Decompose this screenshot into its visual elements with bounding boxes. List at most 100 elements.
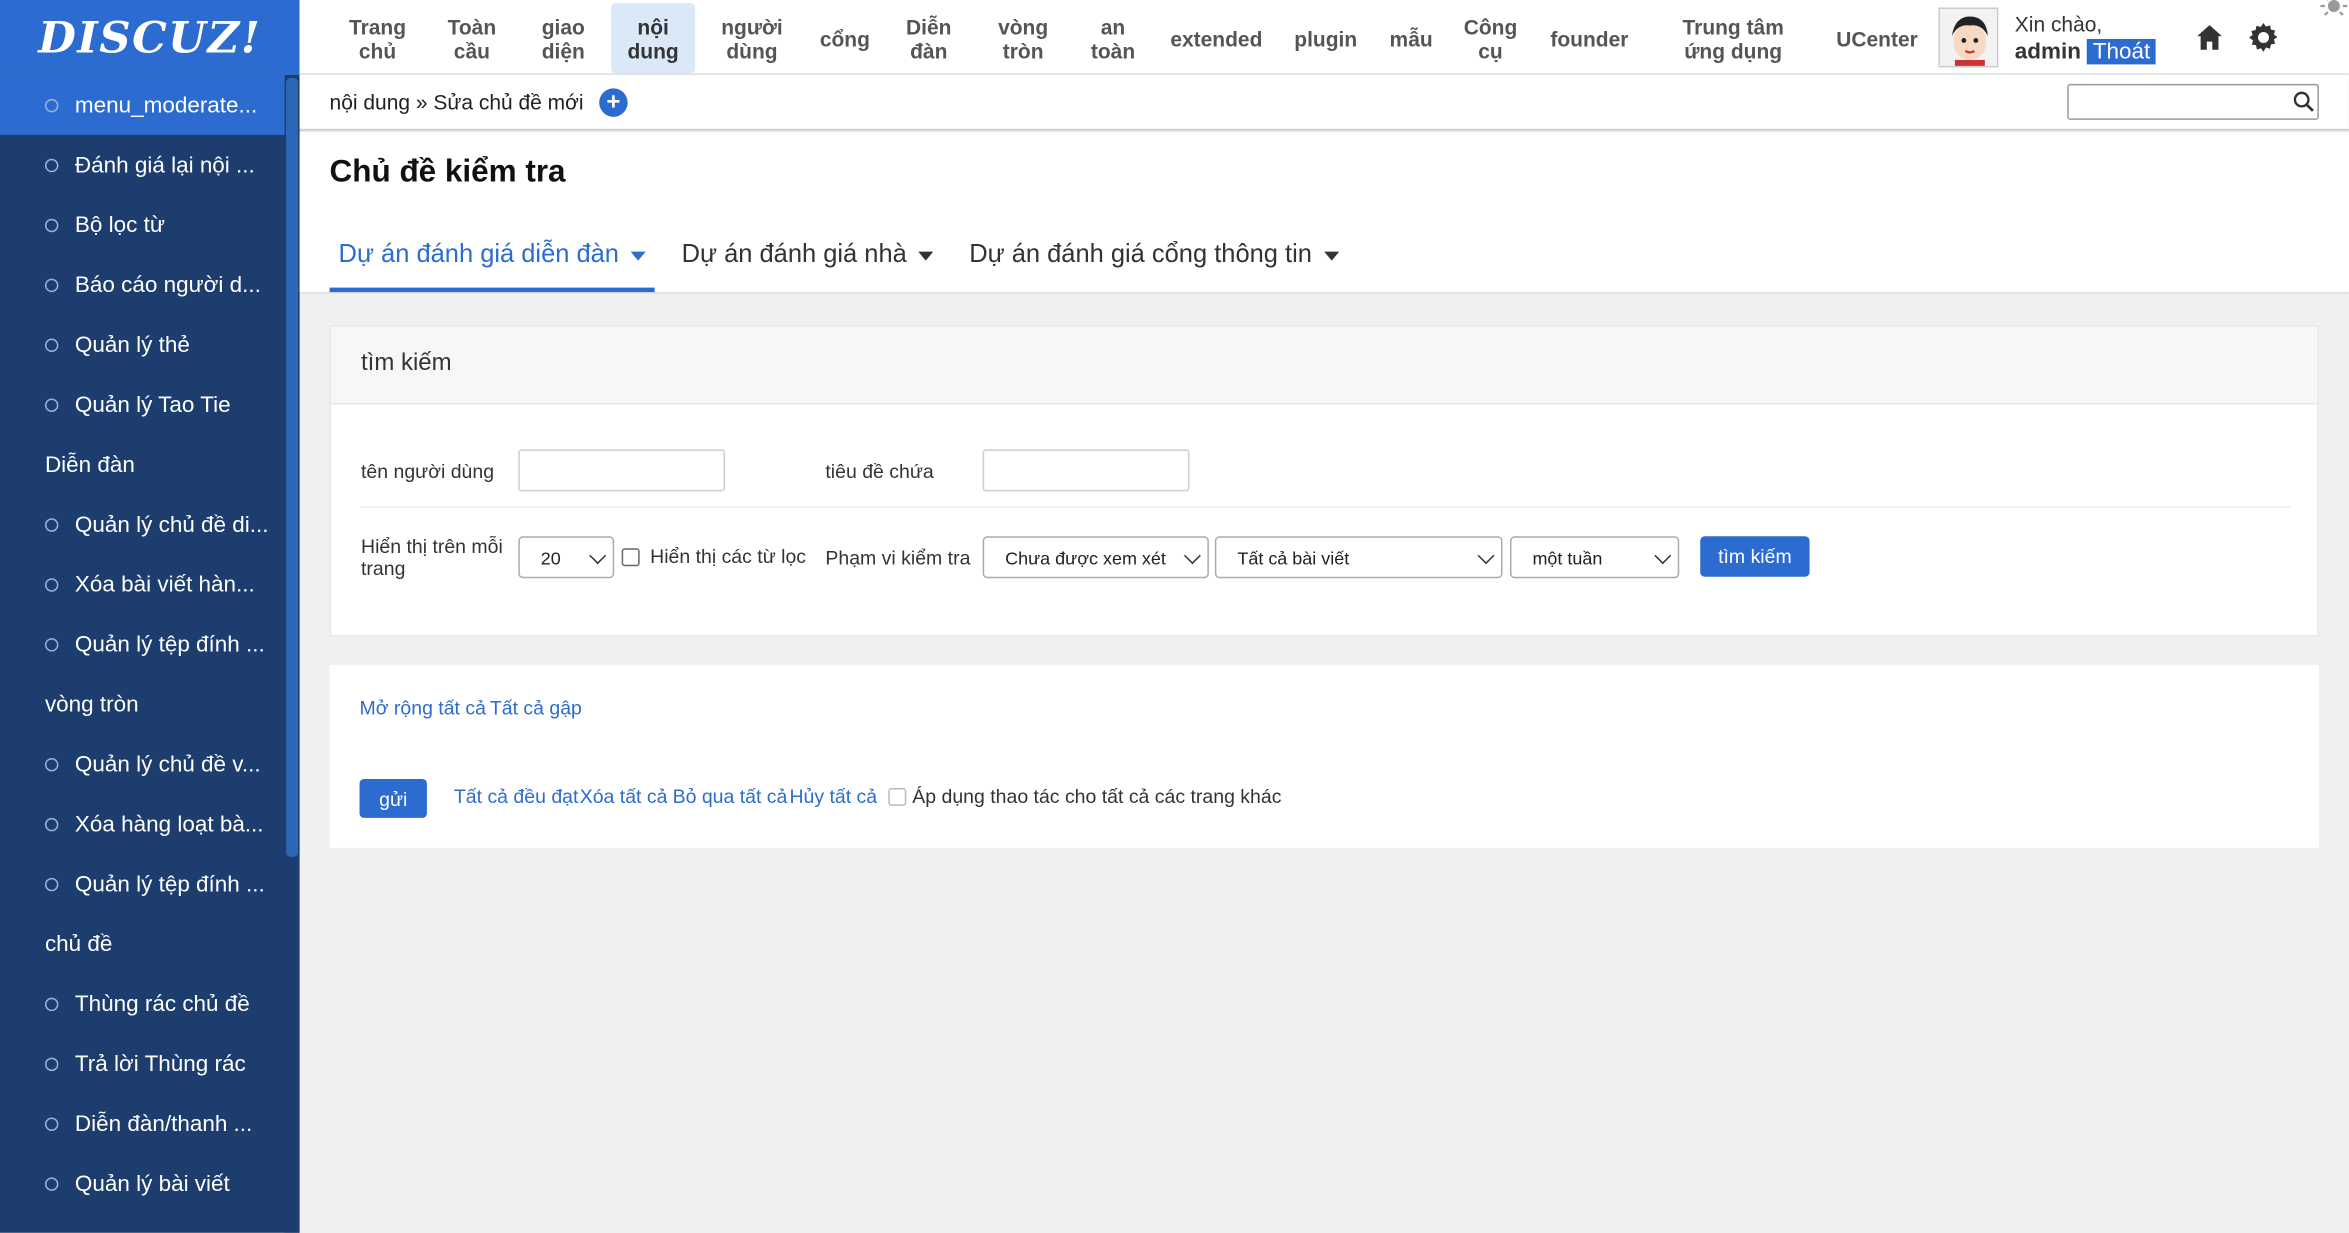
nav-item-label: an toàn	[1091, 14, 1135, 62]
nav-item[interactable]: plugin	[1285, 3, 1366, 73]
theme-toggle-icon[interactable]	[2307, 0, 2349, 60]
sidebar-item[interactable]: Quản lý Tao Tie	[0, 375, 300, 435]
cancel-all-link[interactable]: Hủy tất cả	[789, 785, 877, 807]
approve-all-link[interactable]: Tất cả đều đạt	[454, 785, 579, 807]
gear-icon[interactable]	[2247, 21, 2280, 54]
sidebar-item[interactable]: Quản lý thẻ	[0, 315, 300, 375]
sidebar-item[interactable]: Quản lý tệp đính ...	[0, 614, 300, 674]
nav-label-line1: Trang	[348, 14, 407, 39]
circle-bullet-icon	[44, 1176, 59, 1191]
tab-label: Dự án đánh giá diễn đàn	[338, 239, 619, 269]
sidebar-item[interactable]: Bộ lọc từ	[0, 195, 300, 255]
sidebar-item[interactable]: Diễn đàn/thanh ...	[0, 1094, 300, 1154]
sidebar-item[interactable]: Đánh giá lại nội ...	[0, 135, 300, 195]
username-field[interactable]	[518, 449, 726, 492]
circle-bullet-icon	[44, 877, 59, 891]
delete-all-link[interactable]: Xóa tất cả	[580, 785, 668, 807]
ignore-all-link[interactable]: Bỏ qua tất cả	[673, 785, 788, 807]
nav-item[interactable]: vòng tròn	[989, 3, 1057, 73]
search-button[interactable]: tìm kiếm	[1700, 536, 1810, 577]
tab-home-review[interactable]: Dự án đánh giá nhà	[673, 222, 943, 292]
sidebar-scroll-thumb[interactable]	[286, 77, 299, 857]
apply-all-pages-label: Áp dụng thao tác cho tất cả các trang kh…	[912, 784, 1282, 808]
search-panel-heading: tìm kiếm	[331, 326, 2318, 405]
search-icon[interactable]	[2293, 91, 2314, 112]
nav-item[interactable]: người dùng	[712, 3, 792, 73]
sidebar-item-label: Thùng rác chủ đề	[74, 990, 250, 1017]
chevron-down-icon	[1654, 547, 1672, 565]
nav-item[interactable]: mẫu	[1381, 3, 1442, 73]
nav-item[interactable]: nội dung	[611, 2, 696, 74]
submit-button[interactable]: gửi	[359, 778, 427, 818]
nav-item[interactable]: Trang chủ	[340, 3, 415, 73]
collapse-all-link[interactable]: Tất cả gập	[490, 697, 582, 719]
show-filter-checkbox[interactable]	[621, 548, 640, 567]
search-panel: tìm kiếm tên người dùng tiêu đề chứa Hiể…	[329, 325, 2319, 637]
nav-label-line2: tròn	[1002, 38, 1044, 63]
circle-bullet-icon	[44, 817, 59, 831]
status-select[interactable]: Chưa được xem xét	[982, 536, 1209, 579]
divider	[361, 506, 2291, 508]
nav-label-line1: cổng	[819, 26, 870, 51]
circle-bullet-icon	[44, 158, 59, 172]
nav-label-line2: chủ	[358, 38, 397, 63]
circle-bullet-icon	[44, 996, 59, 1011]
nav-item-label: nội dung	[627, 14, 678, 62]
avatar[interactable]	[1938, 7, 1999, 68]
nav-item-label: founder	[1550, 26, 1628, 50]
nav-item-label: Trang chủ	[349, 14, 406, 62]
nav-item-label: Trung tâm ứng dụng	[1682, 14, 1783, 62]
title-contains-label: tiêu đề chứa	[825, 459, 934, 483]
sidebar-item-label: Báo cáo người d...	[74, 271, 261, 298]
sidebar-item[interactable]: Xóa bài viết hàn...	[0, 554, 300, 614]
period-select[interactable]: một tuần	[1509, 536, 1680, 579]
nav-item[interactable]: extended	[1161, 3, 1271, 73]
sidebar-item[interactable]: Quản lý chủ đề di...	[0, 494, 300, 554]
sidebar-item-label: Diễn đàn/thanh ...	[74, 1110, 253, 1137]
sidebar-item[interactable]: Quản lý bài viết	[0, 1153, 300, 1213]
sidebar-item-label: Quản lý chủ đề di...	[74, 511, 269, 538]
sidebar-item[interactable]: Trả lời Thùng rác	[0, 1034, 300, 1094]
nav-item[interactable]: Toàn cầu	[439, 3, 506, 73]
sidebar-item[interactable]: menu_moderate...	[0, 74, 300, 135]
discuz-logo[interactable]: DISCUZ!	[0, 0, 300, 75]
posts-select[interactable]: Tất cả bài viết	[1214, 536, 1503, 579]
home-icon[interactable]	[2193, 21, 2226, 54]
sidebar-item-label: Quản lý Tao Tie	[74, 391, 231, 418]
nav-label-line1: Diễn	[906, 14, 952, 39]
nav-item[interactable]: founder	[1541, 3, 1637, 73]
sidebar-group-heading: Diễn đàn	[44, 451, 135, 478]
nav-label-line2: đàn	[910, 38, 948, 63]
sidebar-group-heading: vòng tròn	[44, 691, 139, 717]
sidebar-item[interactable]: Thùng rác chủ đề	[0, 974, 300, 1034]
nav-label-line1: mẫu	[1389, 26, 1433, 51]
sidebar-item[interactable]: Xóa hàng loạt bà...	[0, 794, 300, 854]
title-contains-field[interactable]	[982, 449, 1190, 492]
caret-down-icon	[1323, 250, 1339, 260]
sidebar-scrollbar[interactable]	[284, 74, 300, 1233]
logout-link[interactable]: Thoát	[2086, 38, 2157, 65]
nav-item[interactable]: an toàn	[1082, 3, 1144, 73]
nav-item[interactable]: UCenter	[1827, 3, 1927, 73]
tab-portal-review[interactable]: Dự án đánh giá cổng thông tin	[960, 222, 1348, 292]
sidebar-item[interactable]: Quản lý tệp đính ...	[0, 854, 300, 914]
sidebar-item-label: menu_moderate...	[74, 92, 258, 118]
breadcrumb-bar: nội dung » Sửa chủ đề mới +	[299, 74, 2349, 131]
nav-item[interactable]: giao diện	[533, 3, 594, 73]
nav-item[interactable]: Công cụ	[1455, 3, 1527, 73]
tab-forum-review[interactable]: Dự án đánh giá diễn đàn	[329, 222, 655, 293]
search-input[interactable]	[2067, 83, 2319, 120]
circle-bullet-icon	[44, 397, 59, 412]
nav-item[interactable]: Trung tâm ứng dụng	[1674, 3, 1793, 73]
sidebar-item[interactable]: Quản lý chủ đề v...	[0, 734, 300, 794]
circle-bullet-icon	[44, 1116, 59, 1131]
top-navigation: Trang chủ Toàn cầu giao diện nội dung người dùng c…	[299, 0, 2349, 75]
nav-item[interactable]: Diễn đàn	[897, 3, 960, 73]
expand-all-link[interactable]: Mở rộng tất cả	[360, 697, 486, 719]
nav-label-line1: Công	[1463, 14, 1518, 39]
plus-icon[interactable]: +	[599, 88, 628, 117]
apply-all-pages-checkbox[interactable]	[888, 787, 907, 806]
sidebar-item[interactable]: Báo cáo người d...	[0, 255, 300, 315]
nav-item[interactable]: cổng	[811, 3, 879, 73]
per-page-select[interactable]: 20	[518, 536, 615, 579]
